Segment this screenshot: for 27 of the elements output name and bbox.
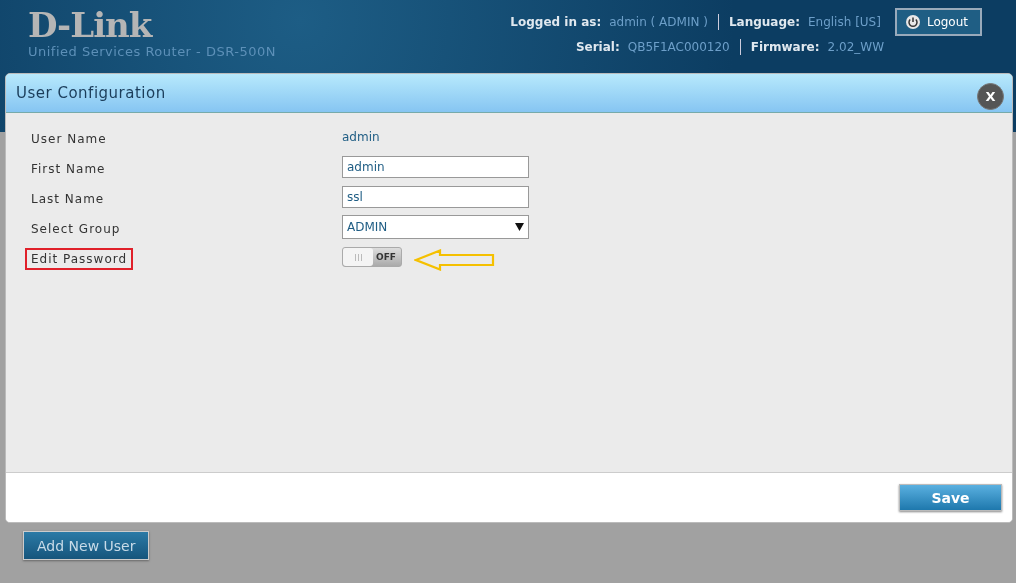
dialog-title: User Configuration xyxy=(16,84,166,102)
field-label: Edit Password xyxy=(25,247,134,270)
group-dropdown[interactable]: ADMIN xyxy=(342,215,529,239)
power-icon xyxy=(904,14,921,30)
input-field[interactable]: admin xyxy=(342,156,529,178)
input-field[interactable]: ssl xyxy=(342,186,529,208)
info-value: 2.02_WW xyxy=(827,40,884,54)
info-label: Serial: xyxy=(575,40,620,54)
close-button[interactable]: X xyxy=(977,82,1004,110)
field-label: Last Name xyxy=(30,190,106,208)
subtitle: Unified Services Router - DSR-500N xyxy=(28,44,276,59)
info-label: Logged in as: xyxy=(510,15,602,29)
info-label: Firmware: xyxy=(750,40,820,54)
language-link[interactable]: English [US] xyxy=(808,15,881,29)
arrow-icon xyxy=(414,249,496,271)
toggle-switch[interactable]: OFF xyxy=(342,247,402,267)
logo: D-Link xyxy=(28,6,154,44)
field-label: Select Group xyxy=(30,220,122,238)
dropdown-arrow-icon xyxy=(515,223,524,231)
info-value: QB5F1AC000120 xyxy=(627,40,730,54)
field-value: admin xyxy=(342,130,380,144)
field-label: User Name xyxy=(30,130,108,148)
field-label: First Name xyxy=(30,160,107,178)
logout-button[interactable]: Logout xyxy=(894,8,982,36)
info-value: admin ( ADMIN ) xyxy=(609,15,708,29)
add-user-button[interactable]: Add New User xyxy=(23,531,150,560)
info-label: Language: xyxy=(728,15,800,29)
